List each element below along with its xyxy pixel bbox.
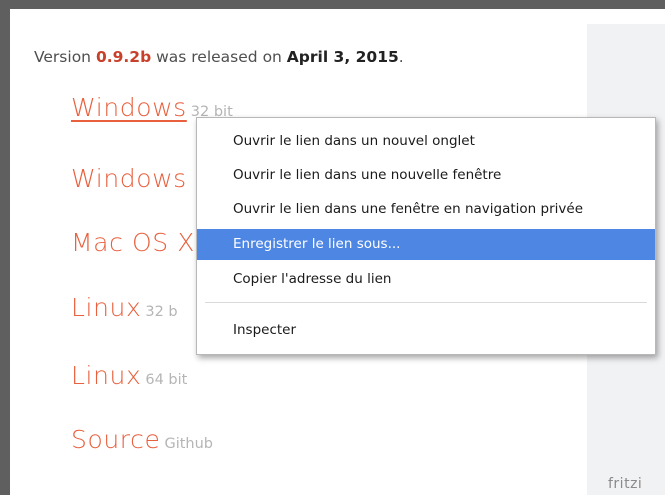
version-number: 0.9.2b	[95, 48, 152, 66]
download-linux-32[interactable]: Linux 32 b	[71, 293, 178, 322]
download-source[interactable]: Source Github	[71, 425, 213, 454]
window-frame-top	[0, 0, 665, 9]
download-name[interactable]: Mac OS X	[71, 228, 195, 257]
download-name[interactable]: Linux	[71, 293, 141, 322]
download-linux-64[interactable]: Linux 64 bit	[71, 361, 187, 390]
menu-item-open-new-window[interactable]: Ouvrir le lien dans une nouvelle fenêtre	[197, 160, 655, 191]
context-menu: Ouvrir le lien dans un nouvel onglet Ouv…	[196, 117, 656, 355]
released-text: was released on	[151, 48, 287, 66]
menu-separator	[205, 302, 647, 303]
menu-item-inspect[interactable]: Inspecter	[197, 315, 655, 346]
download-meta[interactable]: Github	[164, 436, 213, 452]
menu-item-open-private-window[interactable]: Ouvrir le lien dans une fenêtre en navig…	[197, 194, 655, 225]
window-frame-left	[0, 0, 10, 495]
download-meta: 32 b	[145, 304, 178, 320]
download-name[interactable]: Windows	[71, 164, 187, 193]
version-period: .	[398, 48, 404, 66]
menu-item-copy-link-address[interactable]: Copier l'adresse du lien	[197, 264, 655, 295]
download-name[interactable]: Source	[71, 425, 160, 454]
download-mac[interactable]: Mac OS X	[71, 228, 199, 257]
download-name[interactable]: Windows	[71, 93, 187, 122]
version-prefix: Version	[34, 48, 96, 66]
sidebar-fragment-text: fritzi	[608, 476, 643, 492]
release-date: April 3, 2015	[286, 48, 399, 66]
download-name[interactable]: Linux	[71, 361, 141, 390]
download-windows-64[interactable]: Windows	[71, 164, 191, 193]
version-line: Version 0.9.2b was released on April 3, …	[34, 48, 404, 66]
menu-item-open-new-tab[interactable]: Ouvrir le lien dans un nouvel onglet	[197, 126, 655, 157]
download-meta: 64 bit	[145, 372, 188, 388]
menu-item-save-link-as[interactable]: Enregistrer le lien sous...	[197, 229, 655, 260]
